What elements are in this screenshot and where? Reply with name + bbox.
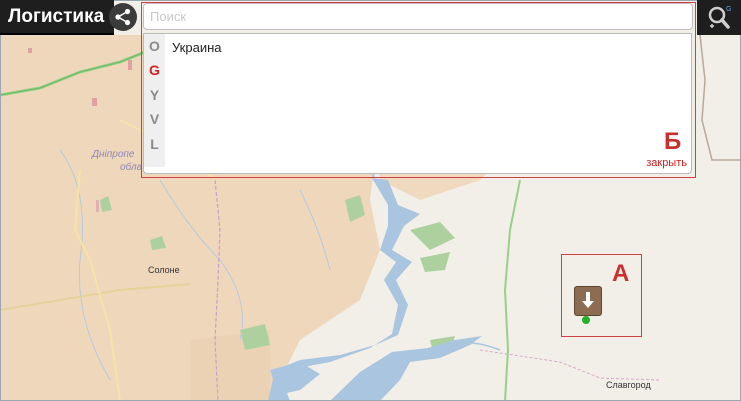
region-label-line2: обла <box>120 162 143 173</box>
annotation-label-a: А <box>612 260 630 287</box>
zoom-search-button[interactable]: G <box>697 0 741 35</box>
place-label-solone: Солоне <box>148 265 180 275</box>
region-label-line1: Дніпропе <box>92 149 135 160</box>
zoom-search-icon: G <box>708 6 731 29</box>
search-dropdown: O G Y V L Украина закрыть <box>143 33 692 174</box>
marker-dot <box>582 316 590 324</box>
provider-letter-l[interactable]: L <box>144 132 165 156</box>
share-icon <box>115 8 131 26</box>
annotation-label-b: Б <box>664 128 682 155</box>
provider-letter-y[interactable]: Y <box>144 83 165 107</box>
search-input[interactable] <box>143 3 693 30</box>
provider-letter-column: O G Y V L <box>144 34 165 167</box>
provider-letter-g[interactable]: G <box>144 58 165 82</box>
close-link[interactable]: закрыть <box>646 157 687 169</box>
provider-letter-o[interactable]: O <box>144 34 165 58</box>
map-marker[interactable] <box>574 286 602 316</box>
provider-letter-v[interactable]: V <box>144 107 165 131</box>
place-label-slavgorod: Славгород <box>606 380 651 390</box>
region-label: Дніпропе обла <box>92 148 142 174</box>
svg-text:G: G <box>726 6 731 13</box>
app-title: Логистика <box>0 0 115 35</box>
download-arrow-icon <box>582 292 594 308</box>
suggestion-item[interactable]: Украина <box>172 40 222 55</box>
share-button[interactable] <box>109 3 137 31</box>
